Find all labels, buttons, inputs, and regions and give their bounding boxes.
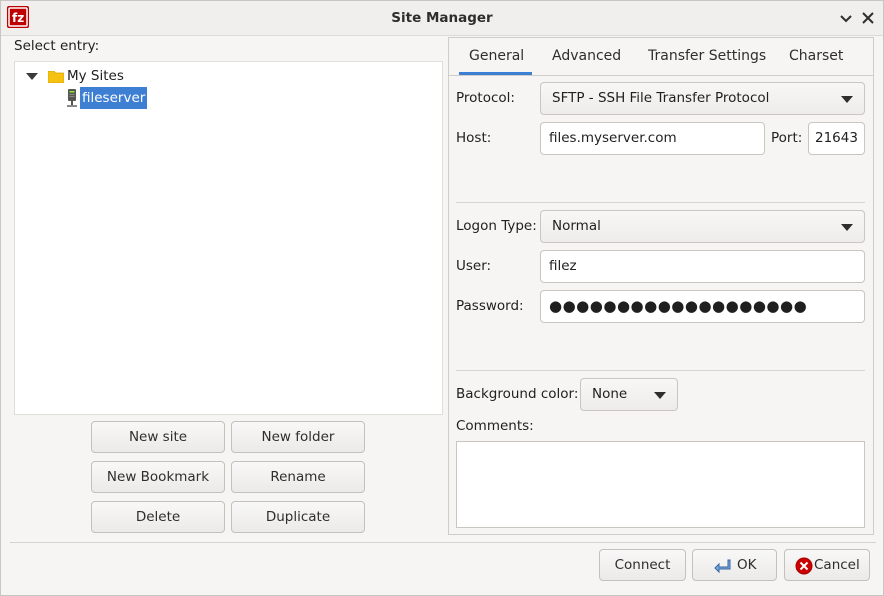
chevron-down-icon	[654, 392, 666, 399]
background-color-select[interactable]: None	[580, 378, 678, 411]
site-manager-window: fz Site Manager Select entry: My Sites f…	[0, 0, 884, 596]
rename-button[interactable]: Rename	[231, 461, 365, 493]
comments-textarea[interactable]	[456, 441, 865, 528]
cancel-label: Cancel	[814, 557, 860, 573]
cancel-x-icon	[795, 557, 813, 575]
duplicate-button[interactable]: Duplicate	[231, 501, 365, 533]
ok-arrow-icon	[714, 559, 731, 574]
ok-button[interactable]: OK	[692, 549, 777, 581]
select-entry-label: Select entry:	[14, 38, 100, 54]
new-bookmark-button[interactable]: New Bookmark	[91, 461, 225, 493]
tab-bar: General Advanced Transfer Settings Chars…	[448, 37, 874, 76]
protocol-value: SFTP - SSH File Transfer Protocol	[552, 90, 770, 106]
separator	[456, 370, 865, 371]
site-tree[interactable]: My Sites fileserver	[14, 61, 443, 415]
tree-root-label: My Sites	[67, 68, 124, 84]
comments-label: Comments:	[456, 418, 534, 434]
close-icon[interactable]	[859, 9, 877, 27]
minimize-icon[interactable]	[837, 9, 855, 27]
password-label: Password:	[456, 298, 524, 314]
folder-icon	[48, 71, 64, 83]
expander-down-icon[interactable]	[26, 73, 38, 80]
active-tab-indicator	[459, 72, 532, 75]
host-field[interactable]: files.myserver.com	[540, 122, 765, 155]
background-color-value: None	[592, 386, 628, 402]
new-site-button[interactable]: New site	[91, 421, 225, 453]
protocol-label: Protocol:	[456, 90, 515, 106]
chevron-down-icon	[841, 224, 853, 231]
logon-type-select[interactable]: Normal	[540, 210, 865, 243]
separator	[456, 202, 865, 203]
port-field[interactable]: 21643	[808, 122, 865, 155]
tab-general[interactable]: General	[469, 48, 524, 70]
logon-type-value: Normal	[552, 218, 601, 234]
tab-advanced[interactable]: Advanced	[552, 48, 621, 70]
host-label: Host:	[456, 130, 492, 146]
server-icon	[67, 89, 77, 107]
delete-button[interactable]: Delete	[91, 501, 225, 533]
user-field[interactable]: filez	[540, 250, 865, 283]
title-bar[interactable]: fz Site Manager	[1, 1, 883, 36]
background-color-label: Background color:	[456, 386, 579, 402]
chevron-down-icon	[841, 96, 853, 103]
tab-transfer-settings[interactable]: Transfer Settings	[648, 48, 766, 70]
connect-button[interactable]: Connect	[599, 549, 686, 581]
separator	[10, 542, 876, 543]
tab-charset[interactable]: Charset	[789, 48, 843, 70]
password-field[interactable]: ●●●●●●●●●●●●●●●●●●●	[540, 290, 865, 323]
window-title: Site Manager	[391, 10, 493, 26]
cancel-button[interactable]: Cancel	[784, 549, 870, 581]
port-label: Port:	[771, 130, 803, 146]
user-label: User:	[456, 258, 492, 274]
tree-row-fileserver[interactable]: fileserver	[15, 87, 442, 109]
tree-site-fileserver[interactable]: fileserver	[80, 87, 148, 109]
logon-type-label: Logon Type:	[456, 218, 537, 234]
ok-label: OK	[737, 557, 757, 573]
tree-row-my-sites[interactable]: My Sites	[15, 64, 442, 86]
new-folder-button[interactable]: New folder	[231, 421, 365, 453]
protocol-select[interactable]: SFTP - SSH File Transfer Protocol	[540, 82, 865, 115]
